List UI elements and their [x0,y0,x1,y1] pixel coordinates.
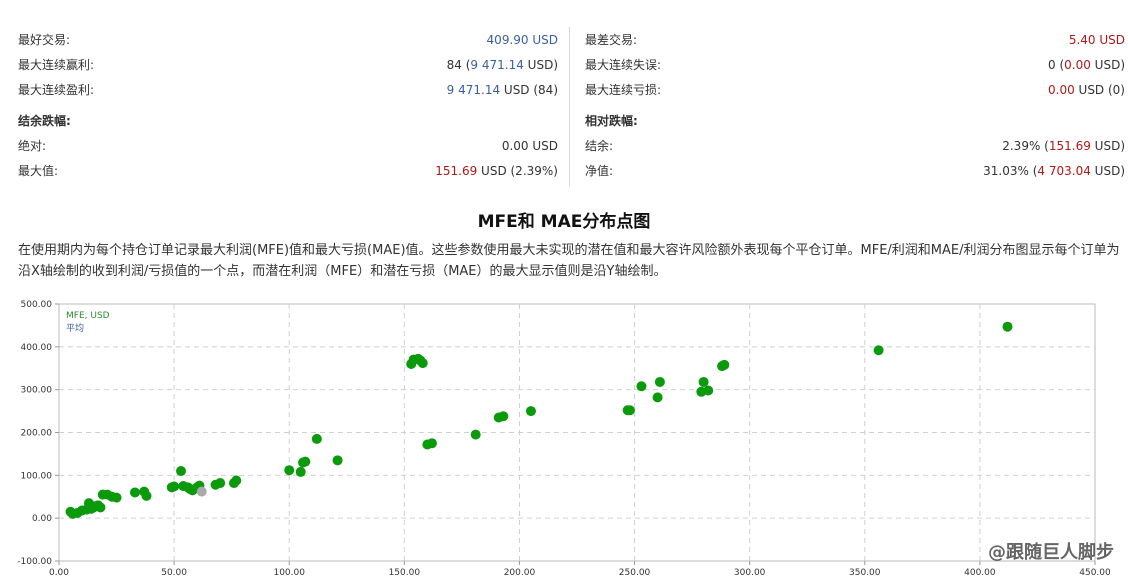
mfe-point [284,465,295,476]
mfe-point [636,381,647,392]
stat-label: 结余: [585,139,614,153]
mfe-point [95,502,106,513]
mfe-point [698,376,709,387]
average-point [196,486,207,497]
mfe-point [111,492,122,503]
mfe-point [417,358,428,369]
x-tick-label: 150.00 [389,568,421,578]
mfe-point [470,429,481,440]
mfe-point [332,455,343,466]
stat-row-right-3: 相对跌幅: [585,109,1125,134]
mfe-point [652,392,663,403]
stat-label: 结余跌幅: [18,114,71,128]
mfe-point [1002,321,1013,332]
mfe-point [169,481,180,492]
stat-row-right-0: 最差交易: 5.40 USD [585,28,1125,53]
y-tick-label: 200.00 [21,429,53,439]
x-tick-label: 50.00 [161,568,187,578]
stat-value: 2.39% (151.69 USD) [1002,139,1125,153]
mfe-point [215,478,226,489]
y-tick-label: 400.00 [21,343,53,353]
mfe-point [295,466,306,477]
mfe-point [703,385,714,396]
y-tick-label: 100.00 [21,471,53,481]
mfe-point [719,359,730,370]
y-tick-label: -100.00 [17,557,52,567]
mfe-point [231,475,242,486]
x-tick-label: 350.00 [849,568,881,578]
stat-row-left-1: 最大连续赢利: 84 (9 471.14 USD) [18,53,558,78]
stat-row-right-2: 最大连续亏损: 0.00 USD (0) [585,78,1125,103]
stat-value: 409.90 USD [486,33,558,47]
statistics-panel: 最好交易: 409.90 USD 最大连续赢利: 84 (9 471.14 USD) 最… [0,28,1128,188]
stats-left-column: 最好交易: 409.90 USD 最大连续赢利: 84 (9 471.14 USD) 最… [18,28,558,184]
stat-label: 最大连续赢利: [18,58,95,72]
stat-row-right-5: 净值: 31.03% (4 703.04 USD) [585,159,1125,184]
x-tick-label: 450.00 [1079,568,1111,578]
stat-row-right-1: 最大连续失误: 0 (0.00 USD) [585,53,1125,78]
mfe-point [873,345,884,356]
stat-row-left-2: 最大连续盈利: 9 471.14 USD (84) [18,78,558,103]
stat-value: 84 (9 471.14 USD) [446,58,558,72]
stat-label: 净值: [585,164,614,178]
chart-section-title: MFE和 MAE分布点图 [477,212,651,232]
stats-right-column: 最差交易: 5.40 USD 最大连续失误: 0 (0.00 USD) 最大连续亏损: 0… [585,28,1125,184]
stat-value: 5.40 USD [1068,33,1125,47]
stat-label: 最差交易: [585,33,638,47]
mfe-point [300,456,311,467]
mfe-point [525,406,536,417]
mfe-point [426,438,437,449]
mfe-point [311,433,322,444]
x-tick-label: 200.00 [504,568,536,578]
stat-value: 31.03% (4 703.04 USD) [983,164,1125,178]
stat-label: 最好交易: [18,33,71,47]
mfe-point [654,376,665,387]
y-tick-label: 0.00 [32,514,52,524]
mfe-point [624,405,635,416]
x-tick-label: 0.00 [49,568,69,578]
mfe-point [176,466,187,477]
mfe-point [129,487,140,498]
stat-value: 0.00 USD (0) [1048,83,1125,97]
chart-description: 在使用期内为每个持仓订单记录最大利润(MFE)值和最大亏损(MAE)值。这些参数… [18,243,1120,279]
stat-row-left-3: 结余跌幅: [18,109,558,134]
column-divider [569,27,570,187]
stat-value: 0.00 USD [501,139,558,153]
stat-row-right-4: 结余: 2.39% (151.69 USD) [585,134,1125,159]
stat-label: 绝对: [18,139,47,153]
stat-label: 相对跌幅: [585,114,638,128]
x-tick-label: 400.00 [964,568,996,578]
stat-label: 最大连续盈利: [18,83,95,97]
stat-row-left-5: 最大值: 151.69 USD (2.39%) [18,159,558,184]
mfe-point [141,490,152,501]
stat-value: 0 (0.00 USD) [1048,58,1125,72]
x-tick-label: 300.00 [734,568,766,578]
stat-row-left-0: 最好交易: 409.90 USD [18,28,558,53]
mfe-scatter-chart: 0.00 50.00 100.00 150.00 200.00 250.00 300.00 3… [17,300,1111,578]
x-tick-label: 100.00 [273,568,305,578]
legend-entry-mfe: MFE, USD [66,311,110,321]
y-tick-label: 300.00 [21,386,53,396]
x-tick-label: 250.00 [619,568,651,578]
stat-value: 151.69 USD (2.39%) [435,164,558,178]
mfe-point [498,411,509,422]
stat-label: 最大连续失误: [585,58,662,72]
stat-label: 最大值: [18,164,59,178]
legend-entry-average: 平均 [66,322,84,334]
stat-row-left-4: 绝对: 0.00 USD [18,134,558,159]
watermark-text: @跟随巨人脚步 [988,542,1114,563]
y-tick-label: 500.00 [21,300,53,310]
stat-value: 9 471.14 USD (84) [446,83,558,97]
stat-label: 最大连续亏损: [585,83,662,97]
